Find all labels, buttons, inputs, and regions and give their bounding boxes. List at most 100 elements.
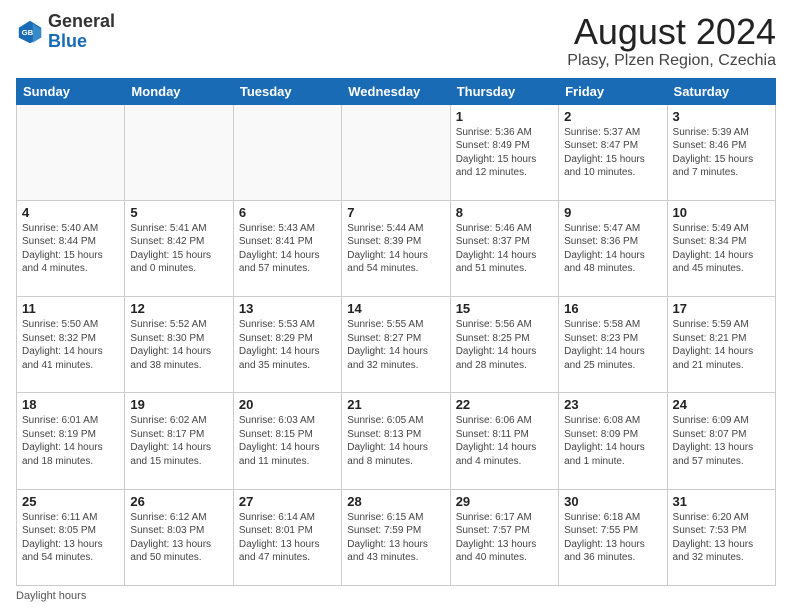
day-number: 3 bbox=[673, 109, 770, 124]
calendar-day-cell: 31 Sunrise: 6:20 AM Sunset: 7:53 PM Dayli… bbox=[667, 489, 775, 585]
calendar-day-cell bbox=[17, 104, 125, 200]
day-info: Sunrise: 5:56 AM Sunset: 8:25 PM Dayligh… bbox=[456, 318, 553, 372]
calendar-day-cell: 1Sunrise: 5:36 AM Sunset: 8:49 PM Daylig… bbox=[450, 104, 558, 200]
day-number: 17 bbox=[673, 301, 770, 316]
calendar-day-cell bbox=[233, 104, 341, 200]
logo-text: General Blue bbox=[48, 12, 115, 52]
day-number: 28 bbox=[347, 494, 444, 509]
day-info: Sunrise: 6:14 AM Sunset: 8:01 PM Dayligh… bbox=[239, 511, 336, 565]
day-number: 11 bbox=[22, 301, 119, 316]
day-number: 4 bbox=[22, 205, 119, 220]
calendar-day-cell: 5 Sunrise: 5:41 AM Sunset: 8:42 PM Daylig… bbox=[125, 200, 233, 296]
calendar-day-cell: 29 Sunrise: 6:17 AM Sunset: 7:57 PM Dayli… bbox=[450, 489, 558, 585]
calendar-day-cell: 13 Sunrise: 5:53 AM Sunset: 8:29 PM Dayli… bbox=[233, 297, 341, 393]
day-info: Sunrise: 5:53 AM Sunset: 8:29 PM Dayligh… bbox=[239, 318, 336, 372]
calendar-table: SundayMondayTuesdayWednesdayThursdayFrid… bbox=[16, 78, 776, 586]
calendar-day-cell: 19 Sunrise: 6:02 AM Sunset: 8:17 PM Dayli… bbox=[125, 393, 233, 489]
day-number: 19 bbox=[130, 397, 227, 412]
calendar-day-header: Wednesday bbox=[342, 78, 450, 104]
day-info: Sunrise: 5:58 AM Sunset: 8:23 PM Dayligh… bbox=[564, 318, 661, 372]
day-number: 30 bbox=[564, 494, 661, 509]
calendar-day-cell: 22Sunrise: 6:06 AM Sunset: 8:11 PM Dayli… bbox=[450, 393, 558, 489]
calendar-day-cell: 12Sunrise: 5:52 AM Sunset: 8:30 PM Dayli… bbox=[125, 297, 233, 393]
day-info: Sunrise: 5:39 AM Sunset: 8:46 PM Dayligh… bbox=[673, 126, 770, 180]
calendar-day-cell: 20Sunrise: 6:03 AM Sunset: 8:15 PM Dayli… bbox=[233, 393, 341, 489]
day-info: Sunrise: 5:50 AM Sunset: 8:32 PM Dayligh… bbox=[22, 318, 119, 372]
month-title: August 2024 bbox=[567, 12, 776, 52]
day-info: Sunrise: 5:43 AM Sunset: 8:41 PM Dayligh… bbox=[239, 222, 336, 276]
calendar-day-cell: 8 Sunrise: 5:46 AM Sunset: 8:37 PM Daylig… bbox=[450, 200, 558, 296]
day-number: 24 bbox=[673, 397, 770, 412]
calendar-week-row: 18 Sunrise: 6:01 AM Sunset: 8:19 PM Dayli… bbox=[17, 393, 776, 489]
calendar-day-cell: 2Sunrise: 5:37 AM Sunset: 8:47 PM Daylig… bbox=[559, 104, 667, 200]
day-info: Sunrise: 6:09 AM Sunset: 8:07 PM Dayligh… bbox=[673, 414, 770, 468]
day-info: Sunrise: 6:11 AM Sunset: 8:05 PM Dayligh… bbox=[22, 511, 119, 565]
calendar-week-row: 4 Sunrise: 5:40 AM Sunset: 8:44 PM Daylig… bbox=[17, 200, 776, 296]
day-info: Sunrise: 6:15 AM Sunset: 7:59 PM Dayligh… bbox=[347, 511, 444, 565]
day-info: Sunrise: 5:52 AM Sunset: 8:30 PM Dayligh… bbox=[130, 318, 227, 372]
day-info: Sunrise: 6:01 AM Sunset: 8:19 PM Dayligh… bbox=[22, 414, 119, 468]
day-number: 16 bbox=[564, 301, 661, 316]
calendar-day-cell: 21Sunrise: 6:05 AM Sunset: 8:13 PM Dayli… bbox=[342, 393, 450, 489]
calendar-day-cell: 18 Sunrise: 6:01 AM Sunset: 8:19 PM Dayli… bbox=[17, 393, 125, 489]
calendar-week-row: 25 Sunrise: 6:11 AM Sunset: 8:05 PM Dayli… bbox=[17, 489, 776, 585]
daylight-hours-label: Daylight hours bbox=[16, 590, 86, 602]
day-number: 6 bbox=[239, 205, 336, 220]
calendar-day-header: Saturday bbox=[667, 78, 775, 104]
calendar-day-cell: 4 Sunrise: 5:40 AM Sunset: 8:44 PM Daylig… bbox=[17, 200, 125, 296]
day-number: 8 bbox=[456, 205, 553, 220]
day-number: 29 bbox=[456, 494, 553, 509]
day-info: Sunrise: 6:20 AM Sunset: 7:53 PM Dayligh… bbox=[673, 511, 770, 565]
calendar-day-cell: 26 Sunrise: 6:12 AM Sunset: 8:03 PM Dayli… bbox=[125, 489, 233, 585]
day-info: Sunrise: 5:41 AM Sunset: 8:42 PM Dayligh… bbox=[130, 222, 227, 276]
logo-general: General bbox=[48, 11, 115, 31]
calendar-day-cell: 9 Sunrise: 5:47 AM Sunset: 8:36 PM Daylig… bbox=[559, 200, 667, 296]
day-info: Sunrise: 5:46 AM Sunset: 8:37 PM Dayligh… bbox=[456, 222, 553, 276]
day-number: 9 bbox=[564, 205, 661, 220]
calendar-day-cell: 23 Sunrise: 6:08 AM Sunset: 8:09 PM Dayli… bbox=[559, 393, 667, 489]
calendar-day-header: Sunday bbox=[17, 78, 125, 104]
calendar-day-cell: 11 Sunrise: 5:50 AM Sunset: 8:32 PM Dayli… bbox=[17, 297, 125, 393]
day-info: Sunrise: 6:17 AM Sunset: 7:57 PM Dayligh… bbox=[456, 511, 553, 565]
day-info: Sunrise: 6:18 AM Sunset: 7:55 PM Dayligh… bbox=[564, 511, 661, 565]
day-info: Sunrise: 5:36 AM Sunset: 8:49 PM Dayligh… bbox=[456, 126, 553, 180]
day-info: Sunrise: 5:47 AM Sunset: 8:36 PM Dayligh… bbox=[564, 222, 661, 276]
day-number: 26 bbox=[130, 494, 227, 509]
day-info: Sunrise: 6:12 AM Sunset: 8:03 PM Dayligh… bbox=[130, 511, 227, 565]
calendar-day-cell bbox=[342, 104, 450, 200]
header: GB General Blue August 2024 Plasy, Plzen… bbox=[16, 12, 776, 70]
calendar-day-cell: 27 Sunrise: 6:14 AM Sunset: 8:01 PM Dayli… bbox=[233, 489, 341, 585]
day-number: 25 bbox=[22, 494, 119, 509]
calendar-day-cell: 15 Sunrise: 5:56 AM Sunset: 8:25 PM Dayli… bbox=[450, 297, 558, 393]
calendar-day-header: Tuesday bbox=[233, 78, 341, 104]
calendar-day-cell: 25 Sunrise: 6:11 AM Sunset: 8:05 PM Dayli… bbox=[17, 489, 125, 585]
day-info: Sunrise: 5:49 AM Sunset: 8:34 PM Dayligh… bbox=[673, 222, 770, 276]
day-number: 27 bbox=[239, 494, 336, 509]
day-number: 15 bbox=[456, 301, 553, 316]
day-number: 23 bbox=[564, 397, 661, 412]
calendar-day-cell: 28 Sunrise: 6:15 AM Sunset: 7:59 PM Dayli… bbox=[342, 489, 450, 585]
day-number: 21 bbox=[347, 397, 444, 412]
day-info: Sunrise: 5:44 AM Sunset: 8:39 PM Dayligh… bbox=[347, 222, 444, 276]
day-number: 10 bbox=[673, 205, 770, 220]
svg-text:GB: GB bbox=[22, 28, 34, 37]
calendar-week-row: 11 Sunrise: 5:50 AM Sunset: 8:32 PM Dayli… bbox=[17, 297, 776, 393]
calendar-day-cell: 6 Sunrise: 5:43 AM Sunset: 8:41 PM Daylig… bbox=[233, 200, 341, 296]
day-info: Sunrise: 6:08 AM Sunset: 8:09 PM Dayligh… bbox=[564, 414, 661, 468]
day-info: Sunrise: 5:59 AM Sunset: 8:21 PM Dayligh… bbox=[673, 318, 770, 372]
day-number: 5 bbox=[130, 205, 227, 220]
day-info: Sunrise: 6:02 AM Sunset: 8:17 PM Dayligh… bbox=[130, 414, 227, 468]
calendar-day-cell: 3 Sunrise: 5:39 AM Sunset: 8:46 PM Daylig… bbox=[667, 104, 775, 200]
calendar-day-cell bbox=[125, 104, 233, 200]
day-number: 18 bbox=[22, 397, 119, 412]
calendar-day-header: Friday bbox=[559, 78, 667, 104]
day-number: 2 bbox=[564, 109, 661, 124]
day-number: 20 bbox=[239, 397, 336, 412]
logo: GB General Blue bbox=[16, 12, 115, 52]
day-number: 31 bbox=[673, 494, 770, 509]
day-number: 13 bbox=[239, 301, 336, 316]
footer-note: Daylight hours bbox=[16, 590, 776, 602]
day-info: Sunrise: 5:55 AM Sunset: 8:27 PM Dayligh… bbox=[347, 318, 444, 372]
day-info: Sunrise: 5:40 AM Sunset: 8:44 PM Dayligh… bbox=[22, 222, 119, 276]
title-section: August 2024 Plasy, Plzen Region, Czechia bbox=[567, 12, 776, 70]
